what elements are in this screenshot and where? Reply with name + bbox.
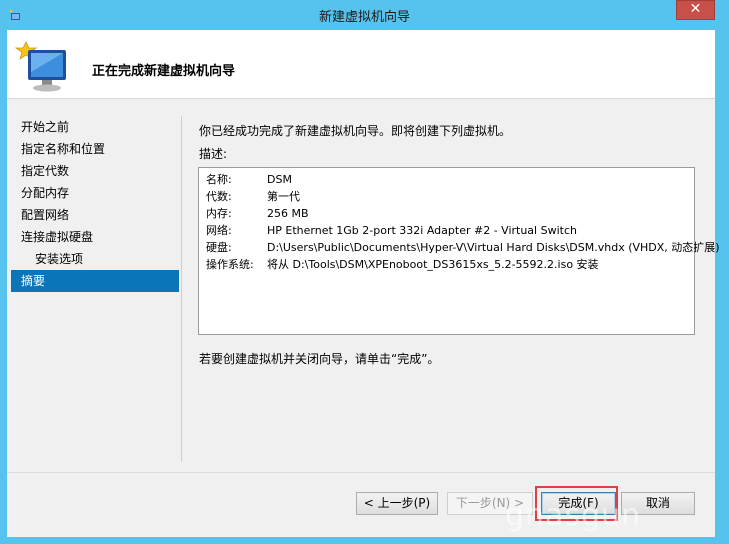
summary-key: 操作系统: — [206, 258, 254, 271]
watermark: gnasgun — [505, 498, 642, 533]
summary-value: D:\Users\Public\Documents\Hyper-V\Virtua… — [267, 241, 720, 254]
summary-row-os: 操作系统: 将从 D:\Tools\DSM\XPEnoboot_DS3615xs_… — [206, 256, 694, 273]
summary-row-name: 名称: DSM — [206, 171, 694, 188]
wizard-header: 正在完成新建虚拟机向导 — [7, 30, 715, 99]
window-title: 新建虚拟机向导 — [318, 10, 410, 25]
footer-divider — [7, 472, 715, 473]
previous-button[interactable]: < 上一步(P) — [356, 492, 438, 515]
sidebar-item-before-you-begin[interactable]: 开始之前 — [11, 116, 179, 138]
summary-key: 硬盘: — [206, 241, 232, 254]
sidebar-item-summary[interactable]: 摘要 — [11, 270, 179, 292]
title-bar: 新建虚拟机向导 ✕ — [0, 0, 729, 30]
summary-value: 第一代 — [267, 190, 300, 203]
summary-value: HP Ethernet 1Gb 2-port 332i Adapter #2 -… — [267, 224, 577, 237]
wizard-client: 正在完成新建虚拟机向导 开始之前 指定名称和位置 指定代数 分配内存 配置网络 … — [7, 30, 720, 537]
description-label: 描述: — [199, 147, 228, 161]
summary-value: 将从 D:\Tools\DSM\XPEnoboot_DS3615xs_5.2-5… — [267, 258, 599, 271]
virtual-machine-icon — [14, 41, 66, 92]
intro-text: 你已经成功完成了新建虚拟机向导。即将创建下列虚拟机。 — [199, 124, 512, 138]
sidebar-divider — [181, 116, 182, 462]
sidebar-item-virtual-disk[interactable]: 连接虚拟硬盘 — [11, 226, 179, 248]
summary-value: DSM — [267, 173, 292, 186]
sidebar-item-install-options[interactable]: 安装选项 — [11, 248, 179, 270]
sidebar-item-networking[interactable]: 配置网络 — [11, 204, 179, 226]
sidebar-item-name-location[interactable]: 指定名称和位置 — [11, 138, 179, 160]
summary-key: 网络: — [206, 224, 232, 237]
summary-key: 内存: — [206, 207, 232, 220]
wizard-steps: 开始之前 指定名称和位置 指定代数 分配内存 配置网络 连接虚拟硬盘 安装选项 … — [11, 116, 179, 292]
summary-box[interactable]: 名称: DSM 代数: 第一代 内存: 256 MB 网络: HP Ethernet 1… — [198, 167, 720, 335]
summary-key: 代数: — [206, 190, 232, 203]
wizard-window: 新建虚拟机向导 ✕ 正在完成新建虚拟机向导 开始之前 指定名称和位置 指定代数 … — [0, 0, 729, 544]
page-title: 正在完成新建虚拟机向导 — [92, 64, 236, 79]
finish-hint: 若要创建虚拟机并关闭向导，请单击“完成”。 — [199, 352, 440, 366]
summary-row-generation: 代数: 第一代 — [206, 188, 694, 205]
summary-row-disk: 硬盘: D:\Users\Public\Documents\Hyper-V\Vir… — [206, 239, 720, 256]
summary-row-network: 网络: HP Ethernet 1Gb 2-port 332i Adapter #… — [206, 222, 694, 239]
summary-value: 256 MB — [267, 207, 309, 220]
close-button[interactable]: ✕ — [676, 0, 715, 20]
summary-row-memory: 内存: 256 MB — [206, 205, 694, 222]
sidebar-item-memory[interactable]: 分配内存 — [11, 182, 179, 204]
sidebar-item-generation[interactable]: 指定代数 — [11, 160, 179, 182]
summary-key: 名称: — [206, 173, 232, 186]
